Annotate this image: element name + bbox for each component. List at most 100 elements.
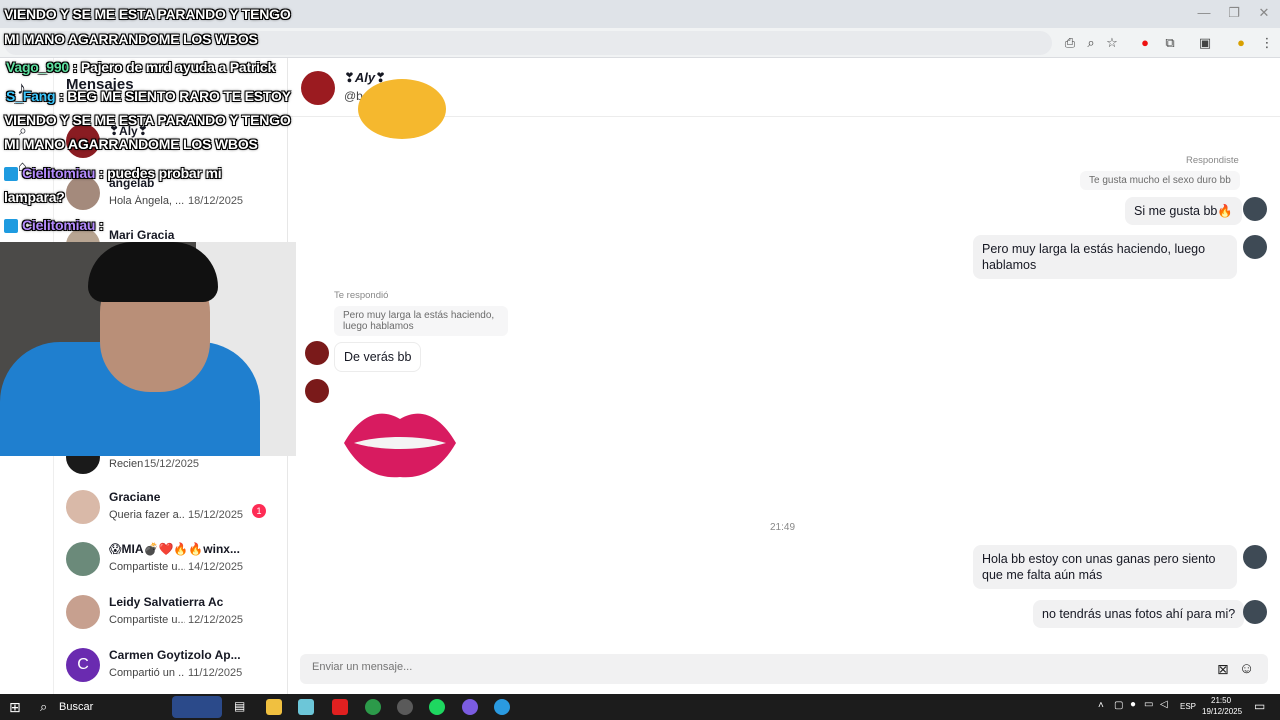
file-explorer-icon[interactable] [266,699,282,715]
my-avatar [1243,545,1267,569]
conversation-date: 14/12/2025 [188,561,244,573]
language-indicator[interactable]: ESP [1180,702,1196,711]
extensions-icon[interactable]: ⧉ [1161,34,1179,52]
taskbar-time[interactable]: 21:50 [1211,696,1231,705]
conversation-name: Mari Gracia [109,228,175,242]
avatar [66,595,100,629]
overlay-chat-line: Vago_990 : Pajero de mrd ayuda a Patrick [6,59,275,75]
overlay-caption: MI MANO AGARRANDOME LOS WBOS [4,136,258,152]
avatar: C [66,648,100,682]
quoted-message: Pero muy larga la estás haciendo, luego … [334,306,508,336]
webcam-overlay [0,242,296,456]
windows-taskbar: ⊞ ⌕ Buscar ▤ ˄ ▢ ● ▭ ◁ ESP 21:50 19/12/2… [0,694,1280,720]
chat-message: : puedes probar mi [98,165,222,181]
tray-chevron-icon[interactable]: ˄ [1098,700,1104,711]
unread-badge: 1 [252,504,266,518]
tray-app-icon[interactable]: ▢ [1114,700,1123,711]
emoji-sticker [358,79,446,139]
contact-avatar[interactable] [301,71,335,105]
chat-username: Cielitomiau [22,165,96,181]
message-bubble-sent[interactable]: Si me gusta bb🔥 [1125,197,1242,225]
profile-icon[interactable]: ● [1232,34,1250,52]
minimize-icon[interactable]: — [1192,4,1216,22]
replied-label: Respondiste [1186,155,1239,166]
search-icon[interactable]: ⌕ [40,699,47,715]
notepad-icon[interactable] [298,699,314,715]
overlay-chat-line: S_Fang : BEG ME SIENTO RARO TE ESTOY [6,88,291,104]
notifications-icon[interactable]: ▭ [1254,699,1265,713]
message-bubble-received[interactable]: De verás bb [334,342,422,372]
overlay-chat-line: lampara? [4,189,65,205]
taskbar-search[interactable]: Buscar [59,701,93,713]
install-icon[interactable]: ⎙ [1061,34,1079,52]
message-composer[interactable]: ⊠ ☺ [300,654,1268,684]
conversation-date: 15/12/2025 [144,458,200,470]
message-bubble-sent[interactable]: Hola bb estoy con unas ganas pero siento… [973,545,1237,589]
close-icon[interactable]: ✕ [1252,4,1276,22]
image-upload-icon[interactable]: ⊠ [1217,661,1229,678]
emoji-icon[interactable]: ☺ [1239,660,1254,677]
edge-icon[interactable] [494,699,510,715]
chat-username: S_Fang [6,88,56,104]
search-highlight-image [172,696,222,718]
spotify-icon[interactable] [429,699,445,715]
app-icon[interactable] [332,699,348,715]
my-avatar [1243,600,1267,624]
replied-label: Te respondió [334,290,389,301]
conversation-date: 18/12/2025 [188,195,244,207]
conversation-item[interactable]: Graciane Queria fazer a... 15/12/2025 1 [54,482,287,534]
conversation-date: 15/12/2025 [188,509,244,521]
overlay-caption: MI MANO AGARRANDOME LOS WBOS [4,31,258,47]
conversation-preview: Compartiste u... [109,614,185,626]
star-icon[interactable]: ☆ [1103,34,1121,52]
conversation-preview: Queria fazer a... [109,509,185,521]
chat-message: : BEG ME SIENTO RARO TE ESTOY [59,88,291,104]
task-view-icon[interactable]: ▤ [234,699,245,713]
obs-icon[interactable] [397,699,413,715]
discord-icon[interactable] [462,699,478,715]
message-bubble-sent[interactable]: no tendrás unas fotos ahí para mi? [1033,600,1245,628]
taskbar-date[interactable]: 19/12/2025 [1202,707,1242,716]
chat-username: Cielitomiau [22,217,96,233]
conversation-name: 😱MIA💣❤️🔥🔥winx... [109,542,240,556]
tab-icon[interactable]: ▣ [1196,34,1214,52]
restore-icon[interactable]: ❐ [1222,4,1246,22]
windows-start-icon[interactable]: ⊞ [9,699,21,716]
opera-icon[interactable]: ● [1136,34,1154,52]
quoted-message: Te gusta mucho el sexo duro bb [1080,171,1240,190]
chat-message: : Pajero de mrd ayuda a Patrick [72,59,276,75]
my-avatar [1243,235,1267,259]
conversation-name: Leidy Salvatierra Ac [109,595,224,609]
conversation-date: 12/12/2025 [188,614,244,626]
conversation-name: Graciane [109,490,161,504]
avatar [66,542,100,576]
avatar [66,176,100,210]
badge-icon [4,219,18,233]
conversation-preview: Compartiste u... [109,561,185,573]
message-bubble-sent[interactable]: Pero muy larga la estás haciendo, luego … [973,235,1237,279]
conversation-date: 11/12/2025 [188,667,243,679]
contact-avatar-small [305,341,329,365]
volume-icon[interactable]: ◁ [1160,699,1168,710]
overlay-chat-line: Cielitomiau : [22,217,104,233]
timestamp: 21:49 [770,522,796,533]
conversation-item[interactable]: C Carmen Goytizolo Ap... Compartió un ..… [54,640,287,692]
menu-icon[interactable]: ⋮ [1258,34,1276,52]
my-avatar [1243,197,1267,221]
zoom-icon[interactable]: ⌕ [1082,34,1100,52]
conversation-name: Carmen Goytizolo Ap... [109,648,241,662]
avatar [66,490,100,524]
message-input[interactable] [312,661,1192,673]
conversation-item[interactable]: Leidy Salvatierra Ac Compartiste u... 12… [54,587,287,639]
overlay-chat-line: Cielitomiau : puedes probar mi [22,165,222,181]
overlay-caption: VIENDO Y SE ME ESTA PARANDO Y TENGO [4,6,291,22]
chrome-icon[interactable] [365,699,381,715]
chat-messages: Respondiste Te gusta mucho el sexo duro … [288,79,1280,645]
lips-sticker [344,413,456,478]
contact-avatar-small [305,379,329,403]
conversation-preview: Compartió un ... [109,667,185,679]
network-icon[interactable]: ▭ [1144,699,1153,710]
conversation-item[interactable]: 😱MIA💣❤️🔥🔥winx... Compartiste u... 14/12/… [54,534,287,586]
streamer-hair [88,242,218,302]
microphone-icon[interactable]: ● [1130,699,1136,710]
